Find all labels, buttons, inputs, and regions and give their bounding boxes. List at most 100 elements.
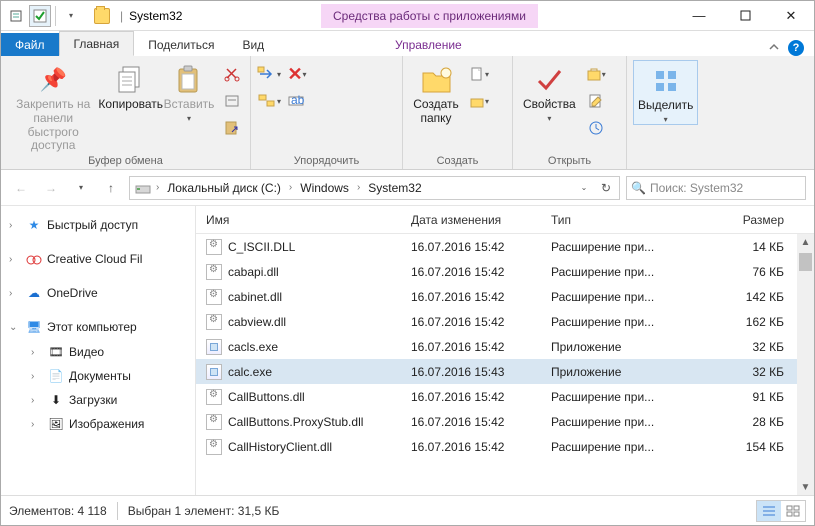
file-size: 162 КБ [677, 315, 814, 329]
tab-share[interactable]: Поделиться [134, 33, 228, 56]
copy-button[interactable]: Копировать [103, 60, 158, 112]
drive-icon [134, 179, 152, 197]
paste-icon [173, 64, 205, 96]
tab-manage[interactable]: Управление [381, 33, 476, 56]
cut-button[interactable] [220, 62, 244, 86]
star-icon: ★ [25, 217, 43, 233]
recent-locations-button[interactable]: ▾ [69, 176, 93, 200]
tree-onedrive[interactable]: ›☁OneDrive [1, 280, 195, 306]
address-bar[interactable]: › Локальный диск (C:) › Windows › System… [129, 176, 620, 200]
navigation-row: ← → ▾ ↑ › Локальный диск (C:) › Windows … [1, 170, 814, 206]
file-size: 91 КБ [677, 390, 814, 404]
tree-label: Изображения [69, 417, 144, 431]
copy-to-button[interactable]: ▾ [257, 89, 281, 113]
forward-button[interactable]: → [39, 176, 63, 200]
collapse-ribbon-button[interactable] [768, 41, 780, 56]
move-to-button[interactable]: ▾ [257, 62, 281, 86]
dll-icon [206, 239, 222, 255]
dll-icon [206, 314, 222, 330]
ribbon-tabs: Файл Главная Поделиться Вид Управление ? [1, 31, 814, 56]
delete-button[interactable]: ✕▾ [285, 62, 309, 86]
scroll-track[interactable] [797, 251, 814, 479]
file-row[interactable]: CallButtons.dll16.07.2016 15:42Расширени… [196, 384, 814, 409]
tree-quick-access[interactable]: ›★Быстрый доступ [1, 212, 195, 238]
paste-shortcut-button[interactable] [220, 116, 244, 140]
contextual-tab-label[interactable]: Средства работы с приложениями [321, 4, 538, 28]
group-select-label [633, 153, 703, 167]
chevron-right-icon[interactable]: › [287, 182, 294, 193]
pictures-icon: 🖼 [47, 416, 65, 432]
details-view-button[interactable] [757, 501, 781, 521]
refresh-button[interactable]: ↻ [595, 177, 617, 199]
search-box[interactable]: 🔍 Поиск: System32 [626, 176, 806, 200]
tree-this-pc[interactable]: ⌄🖥Этот компьютер [1, 314, 195, 340]
copy-path-button[interactable] [220, 89, 244, 113]
tab-home[interactable]: Главная [59, 31, 135, 56]
file-list: Имя Дата изменения Тип Размер C_ISCII.DL… [196, 206, 814, 496]
navigation-tree[interactable]: ›★Быстрый доступ ›Creative Cloud Fil ›☁O… [1, 206, 196, 496]
back-button[interactable]: ← [9, 176, 33, 200]
scroll-thumb[interactable] [799, 253, 812, 271]
file-row[interactable]: CallButtons.ProxyStub.dll16.07.2016 15:4… [196, 409, 814, 434]
folder-icon [94, 8, 110, 24]
tree-documents[interactable]: ›📄Документы [1, 364, 195, 388]
scroll-down-button[interactable]: ▼ [797, 479, 814, 496]
vertical-scrollbar[interactable]: ▲ ▼ [797, 234, 814, 496]
pin-to-quick-access-button[interactable]: 📌 Закрепить на панели быстрого доступа [7, 60, 99, 153]
breadcrumb-drive[interactable]: Локальный диск (C:) [161, 177, 287, 199]
history-button[interactable] [584, 116, 608, 140]
file-row[interactable]: cabview.dll16.07.2016 15:42Расширение пр… [196, 309, 814, 334]
ribbon: 📌 Закрепить на панели быстрого доступа К… [1, 56, 814, 170]
file-name: cabapi.dll [228, 265, 279, 279]
file-row[interactable]: cabapi.dll16.07.2016 15:42Расширение при… [196, 259, 814, 284]
open-button[interactable]: ▾ [584, 62, 608, 86]
minimize-button[interactable]: — [676, 1, 722, 30]
breadcrumb-windows[interactable]: Windows [294, 177, 355, 199]
tab-view[interactable]: Вид [228, 33, 278, 56]
scroll-up-button[interactable]: ▲ [797, 234, 814, 251]
documents-icon: 📄 [47, 368, 65, 384]
file-row[interactable]: cabinet.dll16.07.2016 15:42Расширение пр… [196, 284, 814, 309]
file-date: 16.07.2016 15:42 [401, 315, 541, 329]
file-row[interactable]: calc.exe16.07.2016 15:43Приложение32 КБ [196, 359, 814, 384]
col-date[interactable]: Дата изменения [401, 213, 541, 227]
qat-checkbox-icon[interactable] [29, 5, 51, 27]
chevron-right-icon[interactable]: › [355, 182, 362, 193]
properties-button[interactable]: Свойства ▾ [519, 60, 580, 123]
paste-button[interactable]: Вставить ▾ [162, 60, 216, 123]
address-dropdown-button[interactable]: ⌄ [573, 177, 595, 199]
maximize-button[interactable] [722, 1, 768, 30]
file-row[interactable]: cacls.exe16.07.2016 15:42Приложение32 КБ [196, 334, 814, 359]
tree-downloads[interactable]: ›⬇Загрузки [1, 388, 195, 412]
path-icon [224, 93, 240, 109]
file-row[interactable]: CallHistoryClient.dll16.07.2016 15:42Рас… [196, 434, 814, 459]
thumbnails-view-button[interactable] [781, 501, 805, 521]
qat-dropdown[interactable]: ▾ [60, 5, 82, 27]
tree-video[interactable]: ›🎞Видео [1, 340, 195, 364]
rename-button[interactable]: ab [285, 89, 309, 113]
file-type: Расширение при... [541, 415, 677, 429]
new-folder-button[interactable]: Создать папку [409, 60, 463, 126]
close-button[interactable]: ✕ [768, 1, 814, 30]
tree-pictures[interactable]: ›🖼Изображения [1, 412, 195, 436]
qat-properties-icon[interactable] [5, 5, 27, 27]
col-type[interactable]: Тип [541, 213, 677, 227]
breadcrumb-system32[interactable]: System32 [362, 177, 427, 199]
status-count-label: Элементов: [9, 504, 74, 518]
col-name[interactable]: Имя [196, 213, 401, 227]
dll-icon [206, 389, 222, 405]
file-date: 16.07.2016 15:42 [401, 440, 541, 454]
chevron-right-icon[interactable]: › [154, 182, 161, 193]
up-button[interactable]: ↑ [99, 176, 123, 200]
easy-access-button[interactable]: ▾ [467, 89, 491, 113]
col-size[interactable]: Размер [677, 213, 814, 227]
file-row[interactable]: C_ISCII.DLL16.07.2016 15:42Расширение пр… [196, 234, 814, 259]
select-button[interactable]: Выделить ▾ [633, 60, 698, 125]
tree-creative-cloud[interactable]: ›Creative Cloud Fil [1, 246, 195, 272]
new-item-button[interactable]: ▾ [467, 62, 491, 86]
help-icon[interactable]: ? [788, 40, 804, 56]
file-type: Расширение при... [541, 265, 677, 279]
status-selection-label: Выбран 1 элемент: [128, 504, 235, 518]
edit-button[interactable] [584, 89, 608, 113]
tab-file[interactable]: Файл [1, 33, 59, 56]
